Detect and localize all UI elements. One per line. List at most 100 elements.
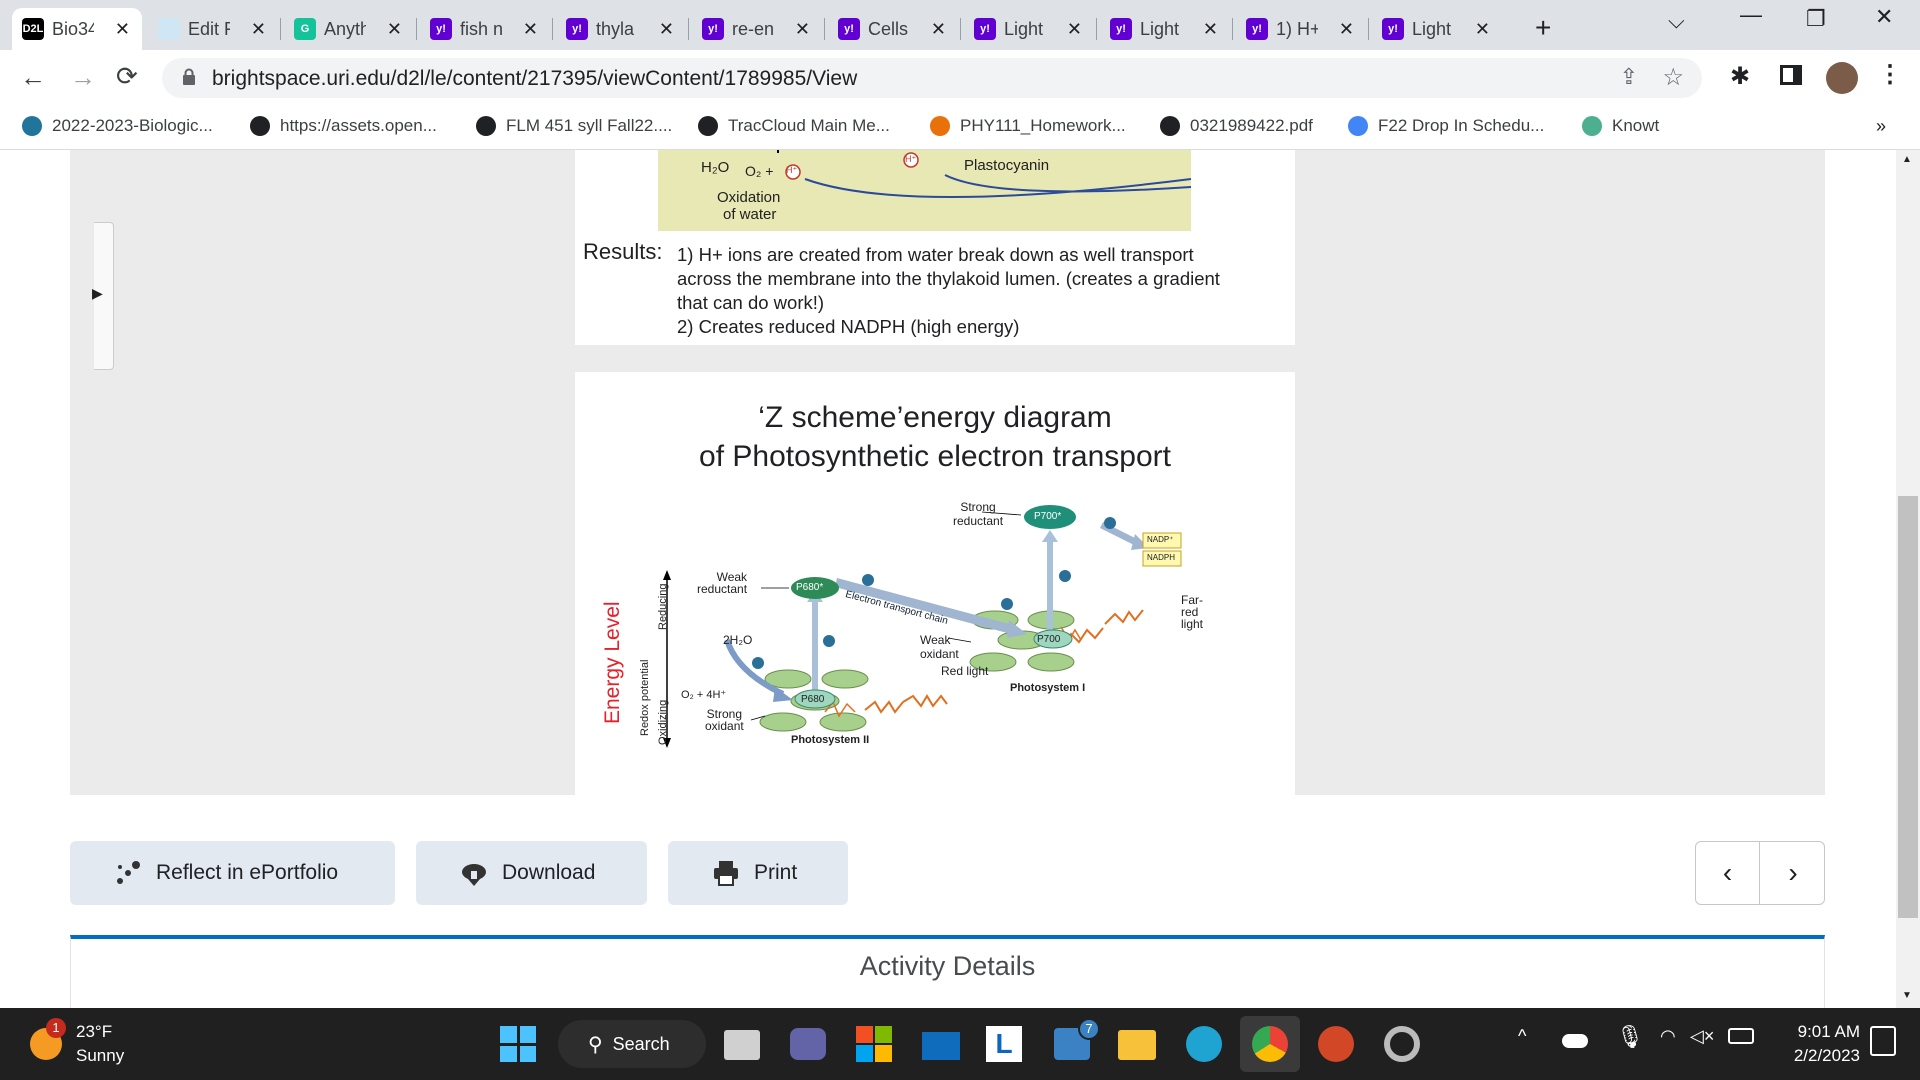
browser-tab[interactable]: Edit F ✕ [148, 8, 278, 50]
next-button[interactable]: › [1761, 842, 1825, 904]
teams-chat-icon[interactable] [790, 1028, 826, 1060]
taskbar-search[interactable]: ⚲ Search [558, 1020, 706, 1068]
tab-search-chevron-icon[interactable]: ⌵ [1668, 8, 1685, 34]
notification-center-icon[interactable] [1870, 1026, 1896, 1056]
menu-kebab-icon[interactable]: ⋮ [1878, 60, 1902, 89]
close-tab-icon[interactable]: ✕ [1067, 19, 1082, 40]
bookmark-item[interactable]: 0321989422.pdf [1160, 116, 1313, 136]
browser-tab[interactable]: y! Light ✕ [1100, 8, 1230, 50]
more-bookmarks-chevron-icon[interactable]: » [1876, 116, 1886, 137]
store-icon[interactable] [856, 1026, 892, 1062]
clock-time[interactable]: 9:01 AM [1766, 1022, 1860, 1042]
chrome-icon[interactable] [1252, 1026, 1288, 1062]
bookmark-item[interactable]: 2022-2023-Biologic... [22, 116, 213, 136]
close-tab-icon[interactable]: ✕ [251, 19, 266, 40]
bookmark-star-icon[interactable]: ☆ [1662, 63, 1684, 92]
new-tab-button[interactable]: + [1535, 12, 1551, 44]
weather-temp[interactable]: 23°F [76, 1022, 112, 1042]
close-tab-icon[interactable]: ✕ [931, 19, 946, 40]
scroll-down-icon-page[interactable]: ▼ [1902, 990, 1912, 1001]
bookmark-favicon-icon [22, 116, 42, 136]
printer-icon [714, 861, 738, 886]
profile-avatar[interactable] [1826, 62, 1858, 94]
close-tab-icon[interactable]: ✕ [115, 19, 130, 40]
oxidizing-label: Oxidizing [657, 699, 669, 745]
tab-title: Edit F [188, 18, 230, 39]
2h2o-label: 2H₂O [723, 633, 753, 647]
toc-toggle-handle[interactable]: ▶ [92, 222, 114, 370]
task-view-icon[interactable] [724, 1030, 760, 1060]
bookmark-item[interactable]: F22 Drop In Schedu... [1348, 116, 1544, 136]
mail-icon[interactable] [922, 1032, 960, 1060]
p700-label: P700 [1037, 634, 1061, 645]
settings-gear-icon[interactable] [1384, 1026, 1420, 1062]
hplus-label: H⁺ [786, 165, 798, 175]
browser-tab[interactable]: y! thyla ✕ [556, 8, 686, 50]
share-icon[interactable]: ⇪ [1620, 64, 1638, 90]
file-explorer-icon[interactable] [1118, 1030, 1156, 1060]
close-tab-icon[interactable]: ✕ [387, 19, 402, 40]
close-window-button[interactable]: ✕ [1875, 4, 1893, 30]
bookmark-item[interactable]: https://assets.open... [250, 116, 437, 136]
tab-favicon-icon: y! [974, 18, 996, 40]
close-tab-icon[interactable]: ✕ [795, 19, 810, 40]
print-label: Print [754, 861, 798, 884]
bookmark-item[interactable]: TracCloud Main Me... [698, 116, 890, 136]
wifi-icon[interactable]: ◠ [1660, 1026, 1676, 1047]
browser-tab[interactable]: y! re-en ✕ [692, 8, 822, 50]
clock-date[interactable]: 2/2/2023 [1766, 1046, 1860, 1066]
browser-tab[interactable]: y! Light ✕ [1372, 8, 1502, 50]
bookmark-favicon-icon [698, 116, 718, 136]
weather-condition[interactable]: Sunny [76, 1046, 124, 1066]
close-tab-icon[interactable]: ✕ [523, 19, 538, 40]
browser-tab[interactable]: y! fish n ✕ [420, 8, 550, 50]
page-scroll-thumb[interactable] [1898, 496, 1918, 918]
start-button[interactable] [500, 1026, 536, 1062]
close-tab-icon[interactable]: ✕ [1203, 19, 1218, 40]
browser-tab[interactable]: D2L Bio34 ✕ [12, 8, 142, 50]
close-tab-icon[interactable]: ✕ [1475, 19, 1490, 40]
battery-icon[interactable] [1728, 1028, 1754, 1044]
tab-separator [1096, 18, 1097, 40]
browser-tab[interactable]: y! 1) H+ ✕ [1236, 8, 1366, 50]
z-scheme-diagram [663, 505, 1182, 748]
restore-button[interactable]: ❐ [1806, 6, 1826, 32]
back-button[interactable]: ← [20, 62, 46, 93]
reflect-eportfolio-button[interactable]: Reflect in ePortfolio [70, 841, 395, 905]
bookmark-item[interactable]: Knowt [1582, 116, 1659, 136]
browser-tab[interactable]: y! Light ✕ [964, 8, 1094, 50]
tab-favicon-icon: y! [1246, 18, 1268, 40]
volume-muted-icon[interactable]: ◁× [1690, 1026, 1714, 1047]
browser-tab[interactable]: y! Cells ✕ [828, 8, 958, 50]
side-panel-icon[interactable] [1780, 65, 1802, 85]
powerpoint-icon[interactable] [1318, 1026, 1354, 1062]
show-hidden-icons-chevron-icon[interactable]: ^ [1518, 1026, 1526, 1047]
document-viewer: H₂O O₂ + H⁺ H⁺ Plastocyanin Oxidation of… [70, 150, 1825, 795]
bookmark-item[interactable]: PHY111_Homework... [930, 116, 1126, 136]
lock-icon [183, 68, 195, 85]
previous-button[interactable]: ‹ [1696, 842, 1760, 904]
close-tab-icon[interactable]: ✕ [1339, 19, 1354, 40]
edge-icon[interactable] [1186, 1026, 1222, 1062]
download-button[interactable]: Download [416, 841, 647, 905]
tab-favicon-icon: y! [838, 18, 860, 40]
tab-favicon-icon: y! [1110, 18, 1132, 40]
microphone-icon[interactable]: 🎙 [1616, 1024, 1644, 1050]
print-button[interactable]: Print [668, 841, 848, 905]
bookmark-label: FLM 451 syll Fall22.... [506, 116, 673, 135]
browser-tab[interactable]: G Anyth ✕ [284, 8, 414, 50]
forward-button[interactable]: → [70, 62, 96, 93]
tab-separator [1232, 18, 1233, 40]
reload-button[interactable]: ⟳ [116, 61, 138, 92]
onedrive-cloud-icon[interactable] [1562, 1034, 1588, 1048]
app-l-icon[interactable]: L [986, 1026, 1022, 1062]
scroll-up-icon[interactable]: ▲ [1902, 154, 1912, 165]
page-scrollbar[interactable]: ▲ ▼ [1896, 150, 1920, 1008]
close-tab-icon[interactable]: ✕ [659, 19, 674, 40]
extensions-puzzle-icon[interactable]: ✱ [1730, 62, 1750, 91]
tab-title: Light [1140, 18, 1180, 39]
minimize-button[interactable]: — [1740, 2, 1762, 28]
address-bar[interactable]: brightspace.uri.edu/d2l/le/content/21739… [162, 58, 1702, 98]
tab-favicon-icon: y! [430, 18, 452, 40]
bookmark-item[interactable]: FLM 451 syll Fall22.... [476, 116, 672, 136]
